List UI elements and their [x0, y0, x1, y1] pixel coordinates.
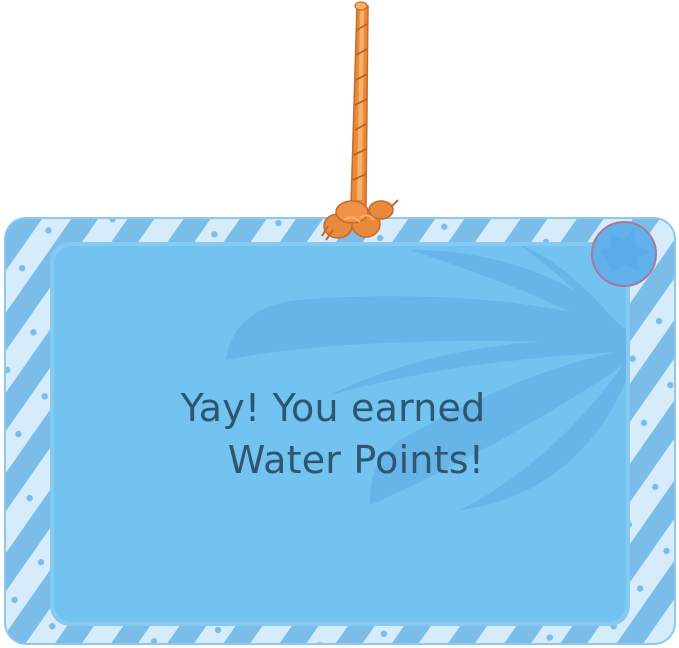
reward-message-line1: Yay! You earned — [180, 386, 486, 430]
popup-scene — [4, 1, 676, 645]
close-circle-icon[interactable] — [591, 221, 657, 287]
reward-message: Yay! You earned Water Points! — [130, 382, 570, 486]
reward-message-line2: Water Points! — [227, 438, 485, 482]
hanging-rope-icon — [321, 1, 399, 241]
